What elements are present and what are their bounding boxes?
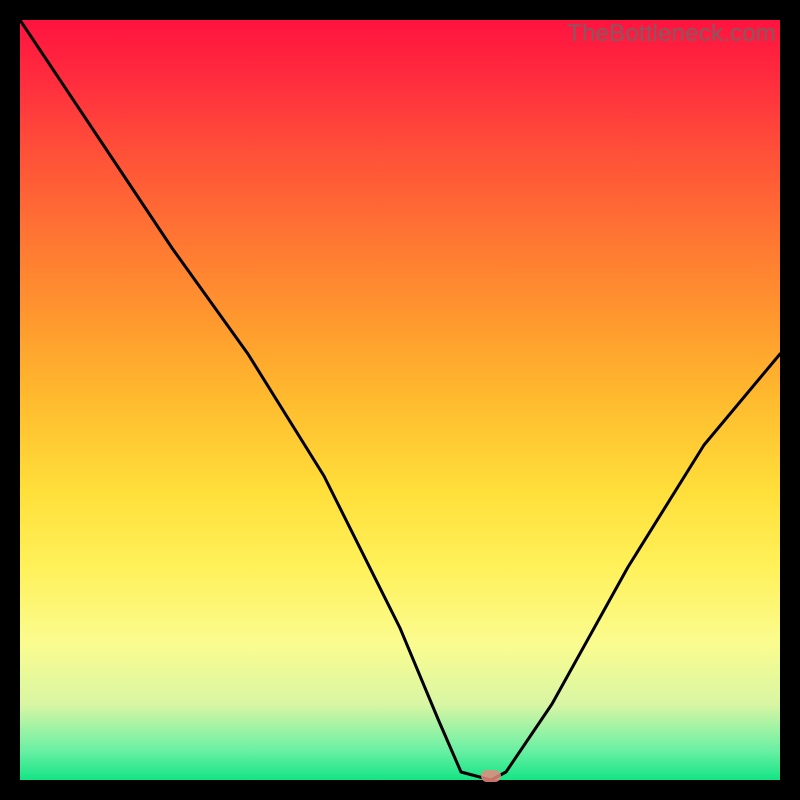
bottleneck-curve <box>20 20 780 780</box>
min-marker <box>481 770 501 782</box>
chart-frame: TheBottleneck.com <box>0 0 800 800</box>
